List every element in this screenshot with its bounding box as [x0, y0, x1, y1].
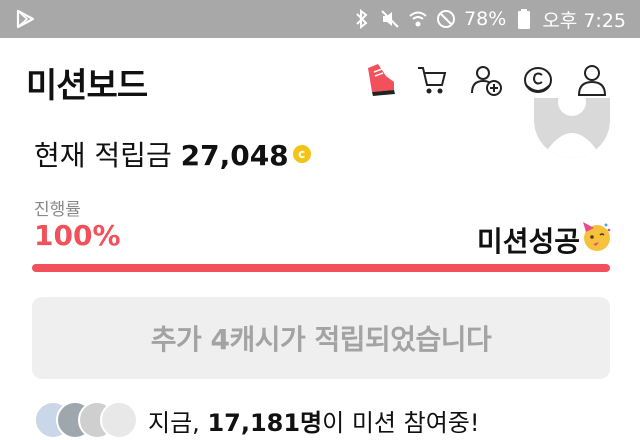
- points-summary: 현재 적립금 27,048 c: [34, 134, 311, 174]
- cash-coin-icon[interactable]: [520, 62, 556, 98]
- progress-label: 진행률: [34, 200, 81, 220]
- cart-icon[interactable]: [414, 62, 450, 98]
- participants-count: 17,181명: [207, 408, 323, 437]
- participant-avatar: [100, 401, 138, 439]
- progress-percent: 100%: [34, 219, 121, 252]
- progress-bar: [32, 264, 610, 272]
- battery-percent: 78%: [464, 8, 507, 30]
- profile-icon[interactable]: [574, 62, 610, 98]
- progress-bar-fill: [32, 264, 610, 272]
- status-bar: 78% 오후 7:25: [0, 0, 640, 38]
- user-avatar[interactable]: [534, 98, 610, 158]
- battery-icon: [514, 9, 534, 29]
- points-label: 현재 적립금: [34, 139, 172, 172]
- page-title: 미션보드: [26, 66, 148, 106]
- points-value: 27,048: [180, 139, 289, 172]
- clock: 오후 7:25: [542, 9, 626, 32]
- participants-row: 지금, 17,181명이 미션 참여중!: [34, 400, 480, 440]
- participants-suffix: 이 미션 참여중!: [322, 408, 480, 437]
- bluetooth-icon: [352, 9, 372, 29]
- add-friend-icon[interactable]: [468, 62, 504, 98]
- reward-message: 추가 4캐시가 적립되었습니다: [32, 297, 610, 379]
- sneaker-icon[interactable]: [362, 62, 398, 98]
- play-store-icon: [14, 8, 36, 30]
- wifi-icon: [408, 9, 428, 29]
- mission-status: 미션성공: [476, 225, 580, 258]
- party-face-icon: [580, 220, 612, 252]
- mute-icon: [380, 9, 400, 29]
- do-not-disturb-icon: [436, 9, 456, 29]
- coin-icon: c: [292, 145, 311, 163]
- participants-text: 지금, 17,181명이 미션 참여중!: [148, 403, 480, 438]
- participants-prefix: 지금,: [148, 408, 200, 437]
